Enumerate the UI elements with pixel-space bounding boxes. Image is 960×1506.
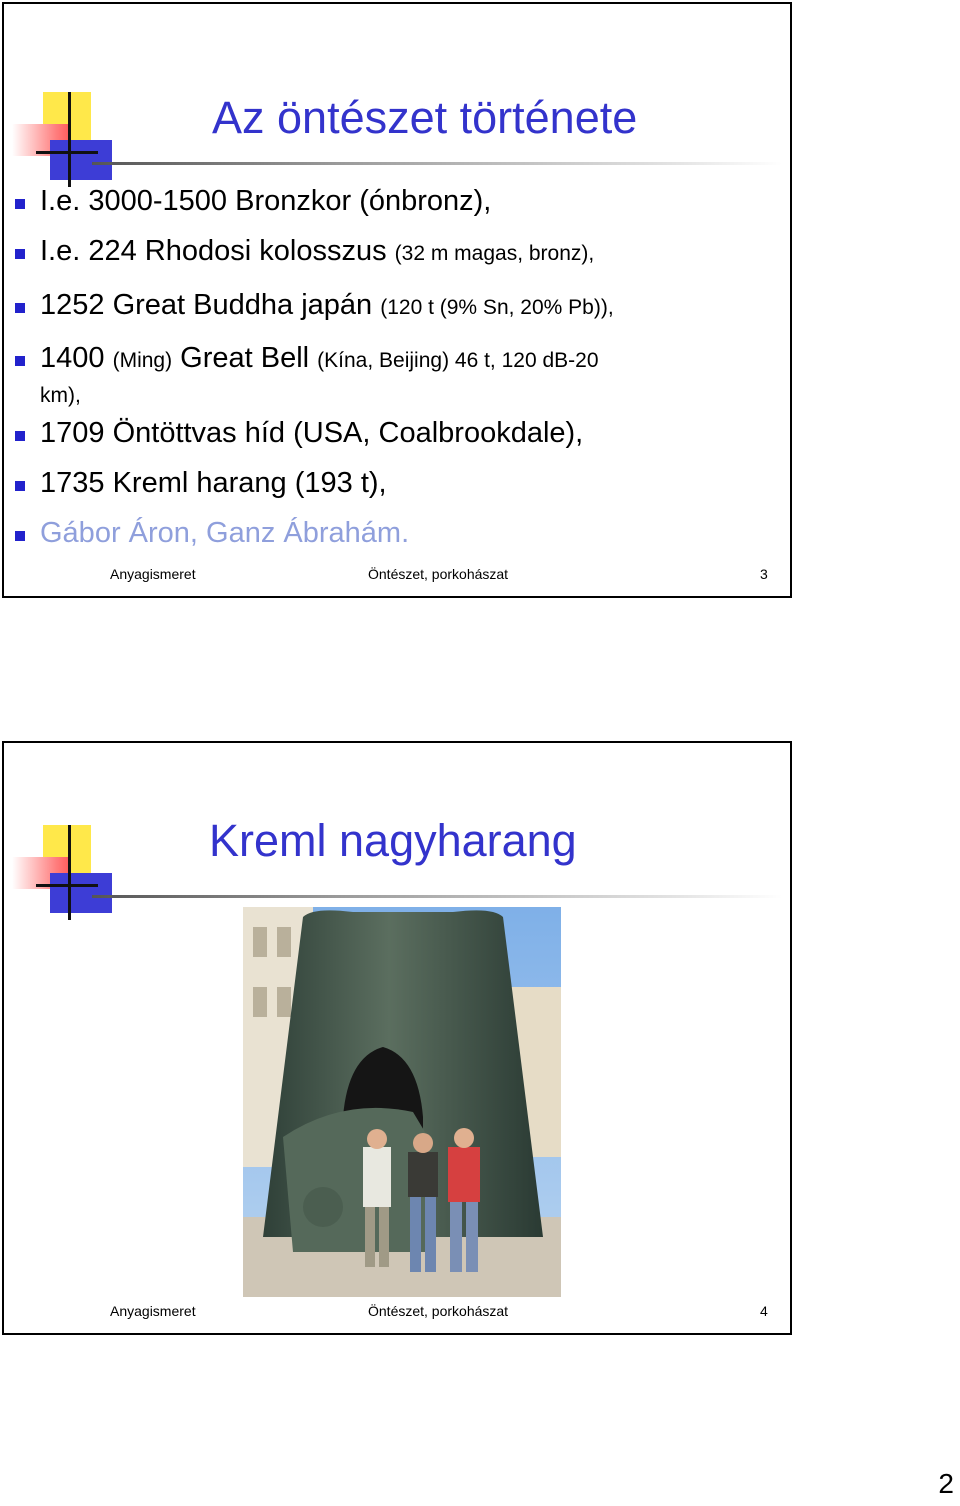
bullet-square-icon [15, 531, 25, 541]
list-item: 1252 Great Buddha japán (120 t (9% Sn, 2… [4, 288, 764, 325]
footer-slide-number: 4 [760, 1303, 768, 1319]
list-item: Gábor Áron, Ganz Ábrahám. [4, 516, 764, 550]
page-number: 2 [938, 1468, 954, 1499]
footer-slide-number: 3 [760, 566, 768, 582]
footer-course: Anyagismeret [110, 566, 196, 582]
footer-course: Anyagismeret [110, 1303, 196, 1319]
footer-topic: Öntészet, porkohászat [368, 1303, 509, 1319]
bullet-square-icon [15, 199, 25, 209]
slide-title: Kreml nagyharang [209, 815, 577, 866]
slide-4: Kreml nagyharang Anyagismeret Öntészet, … [2, 741, 792, 1335]
tsar-bell-photo [243, 907, 561, 1297]
title-divider [92, 162, 782, 165]
bullet-square-icon [15, 481, 25, 491]
list-item: 1709 Öntöttvas híd (USA, Coalbrookdale), [4, 416, 764, 450]
footer-topic: Öntészet, porkohászat [368, 566, 509, 582]
bullet-square-icon [15, 356, 25, 366]
title-divider [92, 895, 782, 898]
list-item: I.e. 3000-1500 Bronzkor (ónbronz), [4, 184, 764, 218]
slide-3: Az öntészet története I.e. 3000-1500 Bro… [2, 2, 792, 598]
title-decoration [10, 825, 120, 920]
bullet-square-icon [15, 431, 25, 441]
list-item: 1735 Kreml harang (193 t), [4, 466, 764, 500]
title-decoration [10, 92, 120, 187]
slide-title: Az öntészet története [212, 92, 638, 143]
bullet-square-icon [15, 249, 25, 259]
list-item: 1400 (Ming) Great Bell (Kína, Beijing) 4… [4, 341, 764, 408]
bullet-square-icon [15, 303, 25, 313]
bullet-list: I.e. 3000-1500 Bronzkor (ónbronz), I.e. … [4, 184, 764, 550]
list-item: I.e. 224 Rhodosi kolosszus (32 m magas, … [4, 234, 764, 271]
